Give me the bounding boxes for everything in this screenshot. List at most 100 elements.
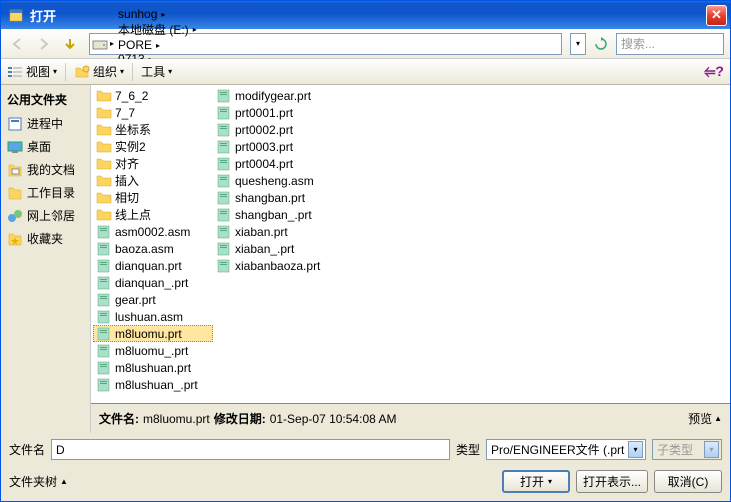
path-box[interactable]: ▸ sunhog ▸本地磁盘 (E:) ▸PORE ▸0713 ▸CH07 ▸ [89,33,562,55]
file-item[interactable]: prt0001.prt [213,104,333,121]
file-icon [96,259,112,273]
folder-item[interactable]: 7_7 [93,104,213,121]
file-item[interactable]: m8lushuan_.prt [93,376,213,393]
file-area: 7_6_27_7坐标系实例2对齐插入相切线上点asm0002.asmbaoza.… [91,85,730,433]
close-button[interactable]: ✕ [706,5,727,26]
file-list[interactable]: 7_6_27_7坐标系实例2对齐插入相切线上点asm0002.asmbaoza.… [91,85,730,403]
file-item[interactable]: dianquan_.prt [93,274,213,291]
file-item[interactable]: lushuan.asm [93,308,213,325]
drive-icon [92,36,108,52]
folder-icon [96,208,112,222]
view-toolbar: 视图 ▾ 组织 ▾ 工具 ▾ ⥢? [1,59,730,85]
titlebar[interactable]: 打开 ✕ [1,1,730,29]
nav-toolbar: ▸ sunhog ▸本地磁盘 (E:) ▸PORE ▸0713 ▸CH07 ▸ … [1,29,730,59]
folder-tree-button[interactable]: 文件夹树 ▲ [9,473,68,490]
sidebar-item-process[interactable]: 进程中 [3,112,88,135]
file-item[interactable]: xiabanbaoza.prt [213,257,333,274]
filename-label: 文件名: [99,410,139,427]
folder-item[interactable]: 线上点 [93,206,213,223]
date-label: 修改日期: [214,410,266,427]
file-icon [96,293,112,307]
status-bar: 文件名: m8luomu.prt 修改日期: 01-Sep-07 10:54:0… [91,403,730,433]
file-item[interactable]: prt0004.prt [213,155,333,172]
folder-item[interactable]: 相切 [93,189,213,206]
file-item[interactable]: prt0002.prt [213,121,333,138]
search-input[interactable]: 搜索... [616,33,724,55]
open-button[interactable]: 打开 ▾ [502,470,570,493]
workdir-icon [7,185,23,201]
file-icon [216,259,232,273]
file-item[interactable]: asm0002.asm [93,223,213,240]
file-item[interactable]: shangban_.prt [213,206,333,223]
back-button[interactable] [7,33,29,55]
folder-item[interactable]: 对齐 [93,155,213,172]
refresh-button[interactable] [590,33,612,55]
file-item[interactable]: m8luomu.prt [93,325,213,342]
path-segment[interactable]: 本地磁盘 (E:) ▸ [116,21,201,38]
file-icon [216,106,232,120]
down-button[interactable] [59,33,81,55]
file-item[interactable]: xiaban.prt [213,223,333,240]
folder-icon [96,157,112,171]
file-icon [216,208,232,222]
file-item[interactable]: modifygear.prt [213,87,333,104]
file-item[interactable]: xiaban_.prt [213,240,333,257]
type-label: 类型 [456,441,480,458]
file-item[interactable]: prt0003.prt [213,138,333,155]
organize-menu[interactable]: 组织 ▾ [74,63,124,80]
sidebar-item-desktop[interactable]: 桌面 [3,135,88,158]
file-item[interactable]: gear.prt [93,291,213,308]
path-history-drop[interactable]: ▾ [570,33,586,55]
preview-button[interactable]: 预览 ▲ [688,410,722,427]
desktop-icon [7,139,23,155]
sidebar-item-network[interactable]: 网上邻居 [3,204,88,227]
open-dialog: 打开 ✕ ▸ sunhog ▸本地磁盘 (E:) ▸PORE ▸0713 ▸CH… [0,0,731,502]
file-icon [216,242,232,256]
app-icon [8,7,24,23]
sidebar-item-docs[interactable]: 我的文档 [3,158,88,181]
network-icon [7,208,23,224]
file-icon [216,157,232,171]
file-item[interactable]: m8luomu_.prt [93,342,213,359]
filename-input[interactable] [51,439,450,460]
button-row: 文件夹树 ▲ 打开 ▾ 打开表示... 取消(C) [1,466,730,501]
file-item[interactable]: m8lushuan.prt [93,359,213,376]
file-item[interactable]: quesheng.asm [213,172,333,189]
process-icon [7,116,23,132]
tools-menu[interactable]: 工具 ▾ [141,63,172,80]
view-menu[interactable]: 视图 ▾ [7,63,57,80]
file-item[interactable]: shangban.prt [213,189,333,206]
file-icon [96,378,112,392]
path-segment[interactable]: sunhog ▸ [116,7,201,21]
sidebar-title: 公用文件夹 [3,89,88,110]
file-icon [96,327,112,341]
file-icon [216,123,232,137]
help-icon[interactable]: ⥢? [704,63,724,80]
type-combo[interactable]: Pro/ENGINEER文件 (.prt▾ [486,439,646,460]
file-icon [216,225,232,239]
file-item[interactable]: dianquan.prt [93,257,213,274]
favorites-icon [7,231,23,247]
file-item[interactable]: baoza.asm [93,240,213,257]
main-area: 公用文件夹 进程中桌面我的文档工作目录网上邻居收藏夹 7_6_27_7坐标系实例… [1,85,730,433]
folder-item[interactable]: 坐标系 [93,121,213,138]
sidebar-item-workdir[interactable]: 工作目录 [3,181,88,204]
open-rep-button[interactable]: 打开表示... [576,470,648,493]
folder-item[interactable]: 7_6_2 [93,87,213,104]
docs-icon [7,162,23,178]
forward-button[interactable] [33,33,55,55]
subtype-combo: 子类型▾ [652,439,722,460]
sidebar-item-favorites[interactable]: 收藏夹 [3,227,88,250]
folder-icon [96,106,112,120]
status-filename: m8luomu.prt [143,412,210,426]
file-icon [216,174,232,188]
file-icon [96,225,112,239]
sidebar: 公用文件夹 进程中桌面我的文档工作目录网上邻居收藏夹 [1,85,91,433]
folder-item[interactable]: 插入 [93,172,213,189]
folder-item[interactable]: 实例2 [93,138,213,155]
path-root-drop[interactable]: ▸ [108,39,116,48]
path-segment[interactable]: PORE ▸ [116,38,201,52]
file-icon [96,276,112,290]
cancel-button[interactable]: 取消(C) [654,470,722,493]
folder-icon [96,140,112,154]
